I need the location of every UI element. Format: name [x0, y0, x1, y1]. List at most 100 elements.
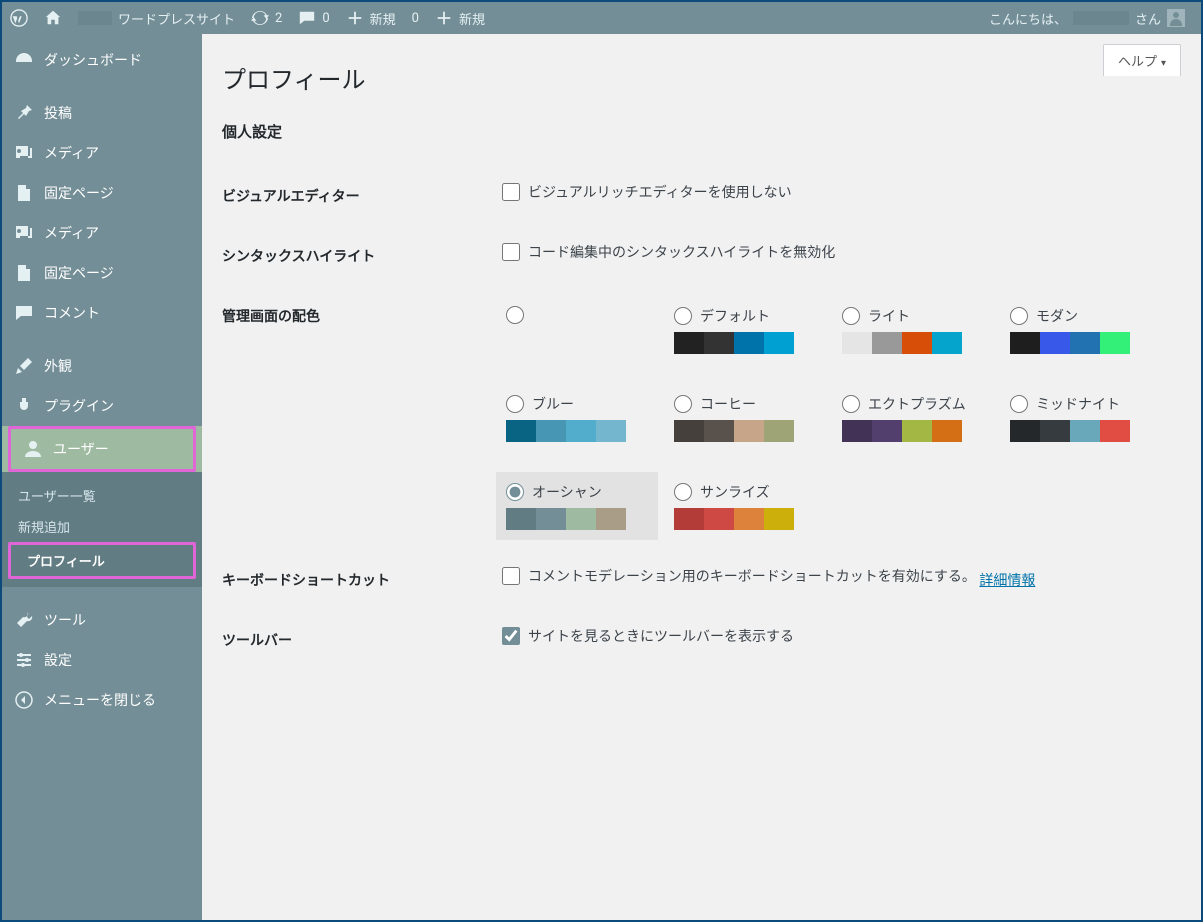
color-scheme-label: モダン — [1036, 306, 1078, 326]
color-scheme-radio-blue[interactable] — [506, 395, 524, 413]
sidebar-item-media[interactable]: メディア — [2, 133, 202, 173]
color-swatches — [842, 332, 962, 354]
color-scheme-radio-placeholder[interactable] — [506, 306, 524, 324]
visual-editor-label[interactable]: ビジュアルリッチエディターを使用しない — [502, 182, 792, 202]
sidebar-item-plugins[interactable]: プラグイン — [2, 386, 202, 426]
color-scheme-radio-default[interactable] — [674, 307, 692, 325]
plus-icon — [435, 9, 453, 27]
comments-bubble[interactable]: 0 — [290, 2, 337, 34]
wrench-icon — [14, 610, 34, 630]
keyboard-checkbox[interactable] — [502, 567, 520, 585]
sidebar-item-users[interactable]: ユーザー — [11, 429, 193, 469]
color-scheme-radio-midnight[interactable] — [1010, 395, 1028, 413]
section-personal-options: 個人設定 — [222, 121, 1181, 142]
collapse-icon — [14, 690, 34, 710]
brush-icon — [14, 356, 34, 376]
site-name-redacted — [78, 11, 112, 25]
new-content-2[interactable]: 新規 — [427, 2, 493, 34]
content-area: ヘルプ▾ プロフィール 個人設定 ビジュアルエディター ビジュアルリッチエディタ… — [202, 34, 1201, 710]
site-name[interactable]: ワードプレスサイト — [70, 2, 243, 34]
sidebar-item-posts[interactable]: 投稿 — [2, 93, 202, 133]
color-scheme-radio-light[interactable] — [842, 307, 860, 325]
color-scheme-blue[interactable]: ブルー — [502, 390, 652, 446]
sidebar-item-settings[interactable]: 設定 — [2, 640, 202, 680]
row-color-scheme: 管理画面の配色 デフォルトライトモダンブルーコーヒーエクトプラズムミッドナイトオ… — [222, 286, 1181, 550]
color-scheme-label: オーシャン — [532, 482, 602, 502]
sidebar-subitem-add-new[interactable]: 新規追加 — [2, 511, 202, 542]
sidebar-item-collapse[interactable]: メニューを閉じる — [2, 680, 202, 720]
color-scheme-radio-ocean[interactable] — [506, 483, 524, 501]
greeting-prefix: こんにちは、 — [989, 9, 1067, 28]
media-icon — [14, 223, 34, 243]
color-swatches — [1010, 332, 1130, 354]
color-scheme-label: デフォルト — [700, 306, 770, 326]
site-home[interactable] — [36, 2, 70, 34]
color-scheme-label: ミッドナイト — [1036, 394, 1120, 414]
syntax-checkbox[interactable] — [502, 243, 520, 261]
row-keyboard-shortcuts: キーボードショートカット コメントモデレーション用のキーボードショートカットを有… — [222, 550, 1181, 610]
sidebar-item-pages[interactable]: 固定ページ — [2, 173, 202, 213]
sidebar-item-label: 設定 — [44, 650, 72, 670]
sidebar-item-comments[interactable]: コメント — [2, 293, 202, 333]
color-scheme-label: エクトプラズム — [868, 394, 966, 414]
color-scheme-coffee[interactable]: コーヒー — [670, 390, 820, 446]
color-scheme-default[interactable]: デフォルト — [670, 302, 820, 358]
sidebar-item-label: メニューを閉じる — [44, 690, 156, 710]
color-scheme-radio-coffee[interactable] — [674, 395, 692, 413]
th-visual-editor: ビジュアルエディター — [222, 166, 492, 226]
keyboard-label[interactable]: コメントモデレーション用のキーボードショートカットを有効にする。 — [502, 566, 976, 586]
avatar-icon — [1167, 9, 1185, 27]
color-swatches — [674, 508, 794, 530]
syntax-label[interactable]: コード編集中のシンタックスハイライトを無効化 — [502, 242, 835, 262]
pin-icon — [14, 103, 34, 123]
site-name-label: ワードプレスサイト — [118, 9, 235, 28]
plus-icon — [346, 9, 364, 27]
color-scheme-radio-ectoplasm[interactable] — [842, 395, 860, 413]
keyboard-more-info-link[interactable]: 詳細情報 — [979, 573, 1035, 589]
sidebar-item-label: ツール — [44, 610, 86, 630]
sidebar-item-appearance[interactable]: 外観 — [2, 346, 202, 386]
sidebar-subitem-all-users[interactable]: ユーザー一覧 — [2, 480, 202, 511]
sliders-icon — [14, 650, 34, 670]
sidebar-item-media2[interactable]: メディア — [2, 213, 202, 253]
help-tab[interactable]: ヘルプ▾ — [1103, 44, 1181, 76]
page-icon — [14, 183, 34, 203]
wp-logo[interactable] — [2, 2, 36, 34]
media-icon — [14, 143, 34, 163]
color-scheme-label: ブルー — [532, 394, 574, 414]
my-account[interactable]: こんにちは、 さん — [981, 2, 1193, 34]
visual-editor-checkbox[interactable] — [502, 183, 520, 201]
color-scheme-radio-sunrise[interactable] — [674, 483, 692, 501]
help-label: ヘルプ — [1118, 55, 1157, 70]
color-scheme-ectoplasm[interactable]: エクトプラズム — [838, 390, 988, 446]
color-scheme-radio-modern[interactable] — [1010, 307, 1028, 325]
color-swatches — [674, 420, 794, 442]
color-scheme-midnight[interactable]: ミッドナイト — [1006, 390, 1156, 446]
color-scheme-placeholder[interactable] — [502, 302, 652, 358]
sidebar-item-label: 外観 — [44, 356, 72, 376]
sidebar-item-tools[interactable]: ツール — [2, 600, 202, 640]
toolbar-checkbox[interactable] — [502, 627, 520, 645]
sidebar-item-pages2[interactable]: 固定ページ — [2, 253, 202, 293]
color-swatches — [674, 332, 794, 354]
comment-icon — [298, 9, 316, 27]
color-scheme-sunrise[interactable]: サンライズ — [670, 478, 820, 534]
color-scheme-modern[interactable]: モダン — [1006, 302, 1156, 358]
wordpress-icon — [10, 9, 28, 27]
sidebar-subitem-profile[interactable]: プロフィール — [11, 545, 193, 576]
sidebar-item-label: メディア — [44, 223, 99, 243]
toolbar-label[interactable]: サイトを見るときにツールバーを表示する — [502, 626, 794, 646]
updates[interactable]: 2 — [243, 2, 290, 34]
sidebar-item-dashboard[interactable]: ダッシュボード — [2, 40, 202, 80]
sidebar-item-label: 固定ページ — [44, 263, 114, 283]
admin-sidebar: ダッシュボード投稿メディア固定ページメディア固定ページコメント外観プラグインユー… — [2, 34, 202, 920]
sidebar-item-label: ユーザー — [53, 439, 109, 459]
color-scheme-label: ライト — [868, 306, 910, 326]
color-scheme-ocean[interactable]: オーシャン — [496, 472, 658, 540]
sidebar-item-label: メディア — [44, 143, 99, 163]
updates-count: 2 — [275, 11, 282, 26]
new-content[interactable]: 新規 — [338, 2, 404, 34]
comments-count: 0 — [322, 11, 329, 26]
extra-count[interactable]: 0 — [404, 2, 427, 34]
color-scheme-light[interactable]: ライト — [838, 302, 988, 358]
